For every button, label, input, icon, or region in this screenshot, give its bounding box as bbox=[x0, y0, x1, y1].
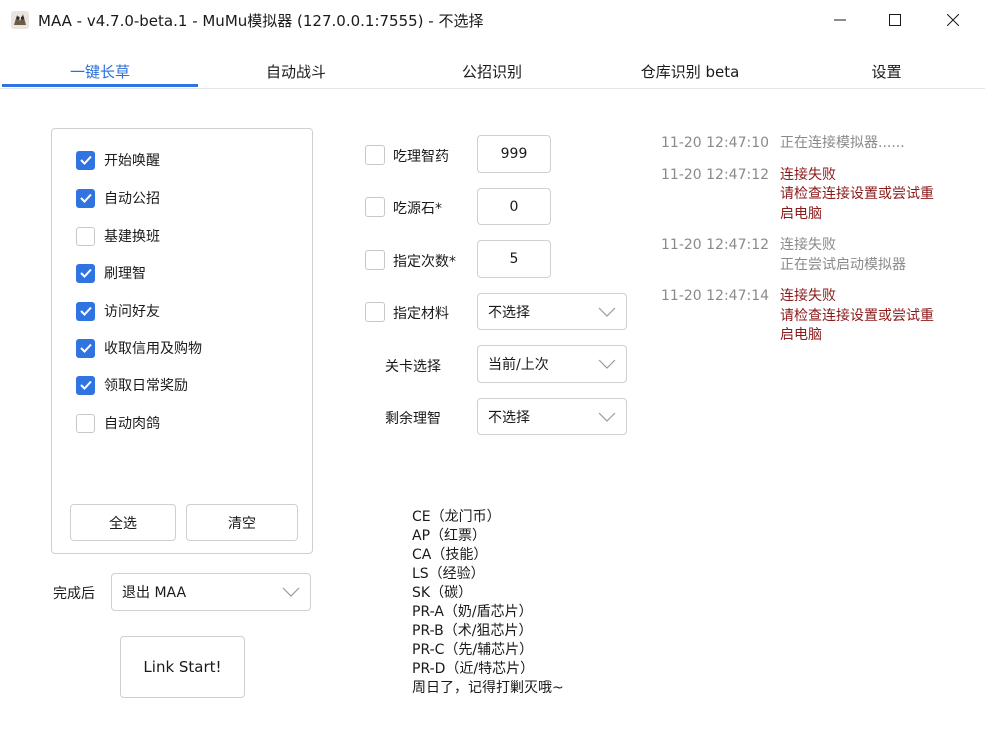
task-label: 自动肉鸽 bbox=[104, 416, 160, 432]
times-checkbox[interactable] bbox=[365, 250, 385, 270]
task-item-mall[interactable]: 收取信用及购物 bbox=[76, 337, 202, 359]
task-item-infrast[interactable]: 基建换班 bbox=[76, 225, 160, 247]
remaining-sanity-value: 不选择 bbox=[488, 409, 530, 426]
minimize-button[interactable] bbox=[811, 0, 869, 40]
stage-info-line: PR-A（奶/盾芯片） bbox=[412, 604, 533, 620]
task-label: 基建换班 bbox=[104, 229, 160, 245]
material-value: 不选择 bbox=[488, 304, 530, 321]
medicine-count-input[interactable]: 999 bbox=[477, 135, 551, 173]
use-stone-checkbox[interactable] bbox=[365, 197, 385, 217]
after-complete-select[interactable]: 退出 MAA bbox=[111, 573, 311, 611]
task-label: 开始唤醒 bbox=[104, 153, 160, 169]
maximize-button[interactable] bbox=[866, 0, 924, 40]
use-medicine-checkbox[interactable] bbox=[365, 145, 385, 165]
chevron-down-icon bbox=[282, 587, 300, 597]
active-tab-indicator bbox=[2, 84, 198, 87]
task-checkbox[interactable] bbox=[76, 150, 95, 170]
task-item-recruit[interactable]: 自动公招 bbox=[76, 187, 160, 209]
log-timestamp: 11-20 12:47:12 bbox=[661, 237, 770, 253]
log-timestamp: 11-20 12:47:12 bbox=[661, 166, 770, 183]
log-entry: 11-20 12:47:10 正在连接模拟器...... bbox=[661, 134, 971, 154]
tab-divider bbox=[0, 88, 985, 89]
checkmark-icon bbox=[79, 155, 92, 165]
stage-value: 当前/上次 bbox=[488, 357, 549, 373]
clear-button[interactable]: 清空 bbox=[186, 504, 298, 541]
app-logo-icon bbox=[11, 11, 29, 29]
chevron-down-icon bbox=[598, 359, 616, 369]
tab-settings[interactable]: 设置 bbox=[790, 52, 983, 90]
task-label: 访问好友 bbox=[104, 304, 160, 320]
after-complete-label: 完成后 bbox=[53, 586, 95, 602]
stone-count-input[interactable]: 0 bbox=[477, 188, 551, 225]
stage-select[interactable]: 当前/上次 bbox=[477, 345, 627, 383]
times-input[interactable]: 5 bbox=[477, 240, 551, 278]
task-item-fight[interactable]: 刷理智 bbox=[76, 262, 146, 284]
stage-info-line: PR-B（术/狙芯片） bbox=[412, 623, 533, 639]
chevron-down-icon bbox=[598, 412, 616, 422]
checkmark-icon bbox=[79, 193, 92, 203]
task-checkbox[interactable] bbox=[76, 263, 95, 283]
checkmark-icon bbox=[79, 306, 92, 316]
stage-info-line: CE（龙门币） bbox=[412, 509, 501, 525]
material-label: 指定材料 bbox=[393, 306, 449, 322]
select-all-button[interactable]: 全选 bbox=[70, 504, 176, 541]
checkmark-icon bbox=[79, 268, 92, 278]
chevron-down-icon bbox=[598, 307, 616, 317]
use-medicine-label: 吃理智药 bbox=[393, 149, 449, 165]
log-entry: 11-20 12:47:14 连接失败 请检查连接设置或尝试重 启电脑 bbox=[661, 287, 971, 346]
task-label: 收取信用及购物 bbox=[104, 341, 202, 357]
stage-info-line: CA（技能） bbox=[412, 547, 488, 563]
task-checkbox[interactable] bbox=[76, 226, 95, 246]
tab-auto-battle[interactable]: 自动战斗 bbox=[198, 52, 394, 90]
material-select[interactable]: 不选择 bbox=[477, 293, 627, 330]
close-icon bbox=[947, 14, 959, 26]
maximize-icon bbox=[889, 14, 901, 26]
use-stone-label: 吃源石* bbox=[393, 201, 442, 217]
tab-recruit[interactable]: 公招识别 bbox=[394, 52, 590, 90]
remaining-sanity-select[interactable]: 不选择 bbox=[477, 398, 627, 435]
stage-info-line: PR-C（先/辅芯片） bbox=[412, 642, 534, 658]
task-checkbox[interactable] bbox=[76, 338, 95, 358]
log-entry: 11-20 12:47:12 连接失败 正在尝试启动模拟器 bbox=[661, 236, 971, 275]
material-checkbox[interactable] bbox=[365, 302, 385, 322]
task-checkbox[interactable] bbox=[76, 301, 95, 321]
log-message: 连接失败 请检查连接设置或尝试重 启电脑 bbox=[780, 166, 934, 222]
log-message: 连接失败 请检查连接设置或尝试重 启电脑 bbox=[780, 288, 934, 343]
log-timestamp: 11-20 12:47:10 bbox=[661, 135, 770, 151]
close-button[interactable] bbox=[924, 0, 982, 40]
checkmark-icon bbox=[79, 380, 92, 390]
task-checkbox[interactable] bbox=[76, 375, 95, 395]
link-start-button[interactable]: Link Start! bbox=[120, 636, 245, 698]
stage-info-list: CE（龙门币） AP（红票） CA（技能） LS（经验） SK（碳） PR-A（… bbox=[412, 508, 632, 698]
log-panel: 11-20 12:47:10 正在连接模拟器...... 11-20 12:47… bbox=[661, 134, 971, 358]
stage-info-line: AP（红票） bbox=[412, 528, 487, 544]
checkmark-icon bbox=[79, 343, 92, 353]
log-message: 连接失败 正在尝试启动模拟器 bbox=[780, 237, 906, 273]
stage-info-line: SK（碳） bbox=[412, 585, 473, 601]
task-label: 自动公招 bbox=[104, 191, 160, 207]
title-bar: MAA - v4.7.0-beta.1 - MuMu模拟器 (127.0.0.1… bbox=[0, 0, 985, 40]
log-timestamp: 11-20 12:47:14 bbox=[661, 288, 770, 304]
times-label: 指定次数* bbox=[393, 254, 456, 270]
task-item-wakeup[interactable]: 开始唤醒 bbox=[76, 149, 160, 171]
stage-label: 关卡选择 bbox=[385, 359, 441, 375]
task-label: 刷理智 bbox=[104, 266, 146, 282]
task-item-roguelike[interactable]: 自动肉鸽 bbox=[76, 412, 160, 434]
task-label: 领取日常奖励 bbox=[104, 378, 188, 394]
task-item-visit[interactable]: 访问好友 bbox=[76, 300, 160, 322]
window-title: MAA - v4.7.0-beta.1 - MuMu模拟器 (127.0.0.1… bbox=[38, 12, 484, 30]
log-entry: 11-20 12:47:12 连接失败 请检查连接设置或尝试重 启电脑 bbox=[661, 166, 971, 225]
log-message: 正在连接模拟器...... bbox=[780, 135, 905, 151]
remaining-sanity-label: 剩余理智 bbox=[385, 411, 441, 427]
stage-info-line: LS（经验） bbox=[412, 566, 485, 582]
task-checkbox[interactable] bbox=[76, 188, 95, 208]
task-list-panel: 开始唤醒 自动公招 基建换班 刷理智 访问好友 收取信用及购物 领取日常奖励 自… bbox=[51, 128, 313, 554]
task-item-award[interactable]: 领取日常奖励 bbox=[76, 374, 188, 396]
after-complete-value: 退出 MAA bbox=[122, 585, 187, 601]
tab-depot[interactable]: 仓库识别 beta bbox=[590, 52, 790, 90]
task-checkbox[interactable] bbox=[76, 413, 95, 433]
stage-info-line: PR-D（近/特芯片） bbox=[412, 661, 535, 677]
minimize-icon bbox=[834, 19, 846, 21]
stage-info-line: 周日了，记得打剿灭哦~ bbox=[412, 680, 564, 696]
